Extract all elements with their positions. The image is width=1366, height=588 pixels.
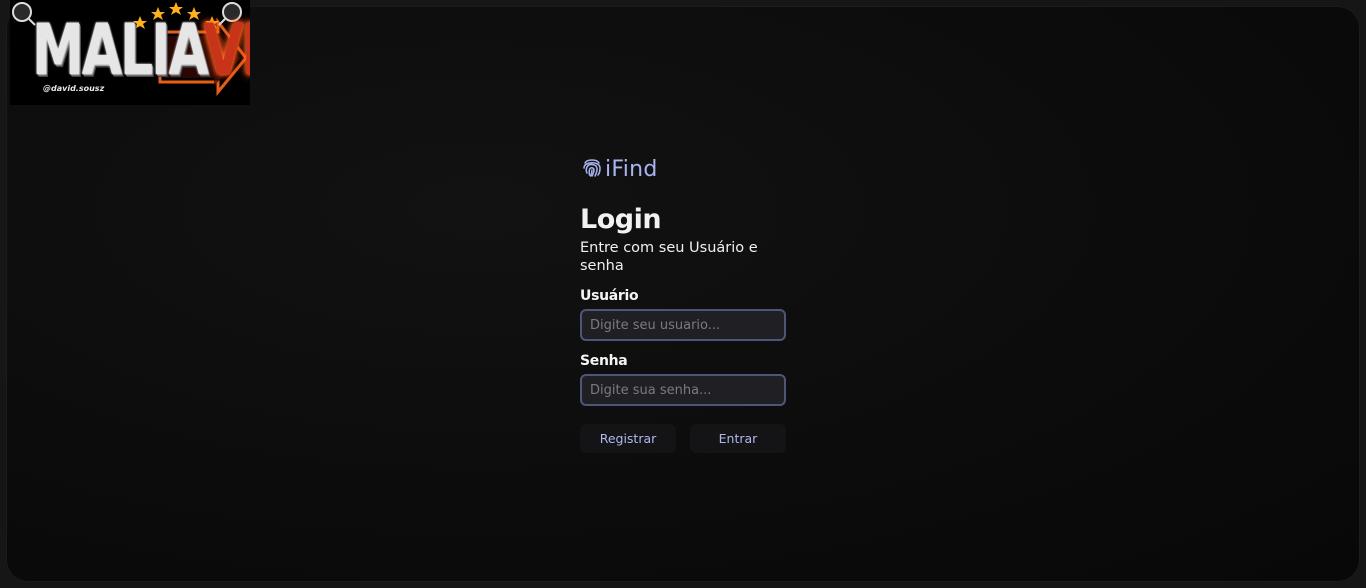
logo-wordmark: MALIAVIP xyxy=(32,10,250,92)
register-button[interactable]: Registrar xyxy=(580,424,676,453)
username-label: Usuário xyxy=(580,288,639,304)
page-subtitle: Entre com seu Usuário e senha xyxy=(580,240,758,274)
password-input[interactable] xyxy=(580,374,786,406)
username-input[interactable] xyxy=(580,309,786,341)
login-button[interactable]: Entrar xyxy=(690,424,786,453)
password-label: Senha xyxy=(580,353,628,369)
brand: iFind xyxy=(582,156,786,182)
logo-handle: @david.sousz xyxy=(43,84,105,93)
page-title: Login xyxy=(580,204,662,235)
login-card: iFind Login Entre com seu Usuário e senh… xyxy=(580,156,786,453)
fingerprint-icon xyxy=(582,156,602,182)
brand-name: iFind xyxy=(605,156,658,182)
watermark-logo: MALIAVIP @david.sousz xyxy=(10,0,250,105)
form-actions: Registrar Entrar xyxy=(580,424,786,453)
